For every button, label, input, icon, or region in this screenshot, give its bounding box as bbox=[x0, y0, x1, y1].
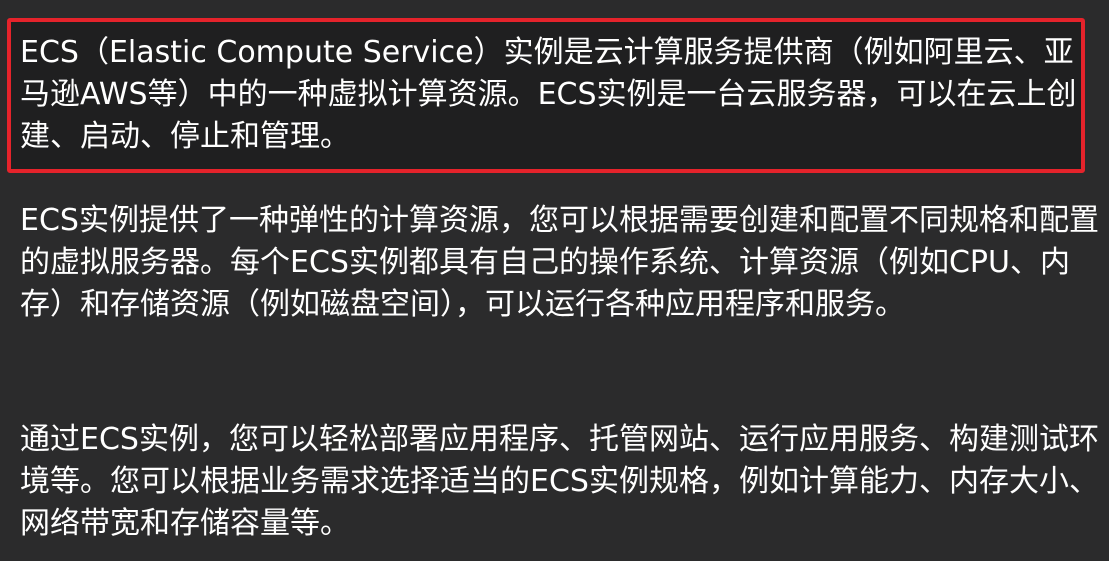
paragraph-2: ECS实例提供了一种弹性的计算资源，您可以根据需要创建和配置不同规格和配置的虚拟… bbox=[20, 203, 1099, 322]
top-bar bbox=[0, 0, 1109, 16]
paragraph-3: 通过ECS实例，您可以轻松部署应用程序、托管网站、运行应用服务、构建测试环境等。… bbox=[20, 422, 1099, 541]
highlighted-paragraph: ECS（Elastic Compute Service）实例是云计算服务提供商（… bbox=[20, 35, 1077, 154]
